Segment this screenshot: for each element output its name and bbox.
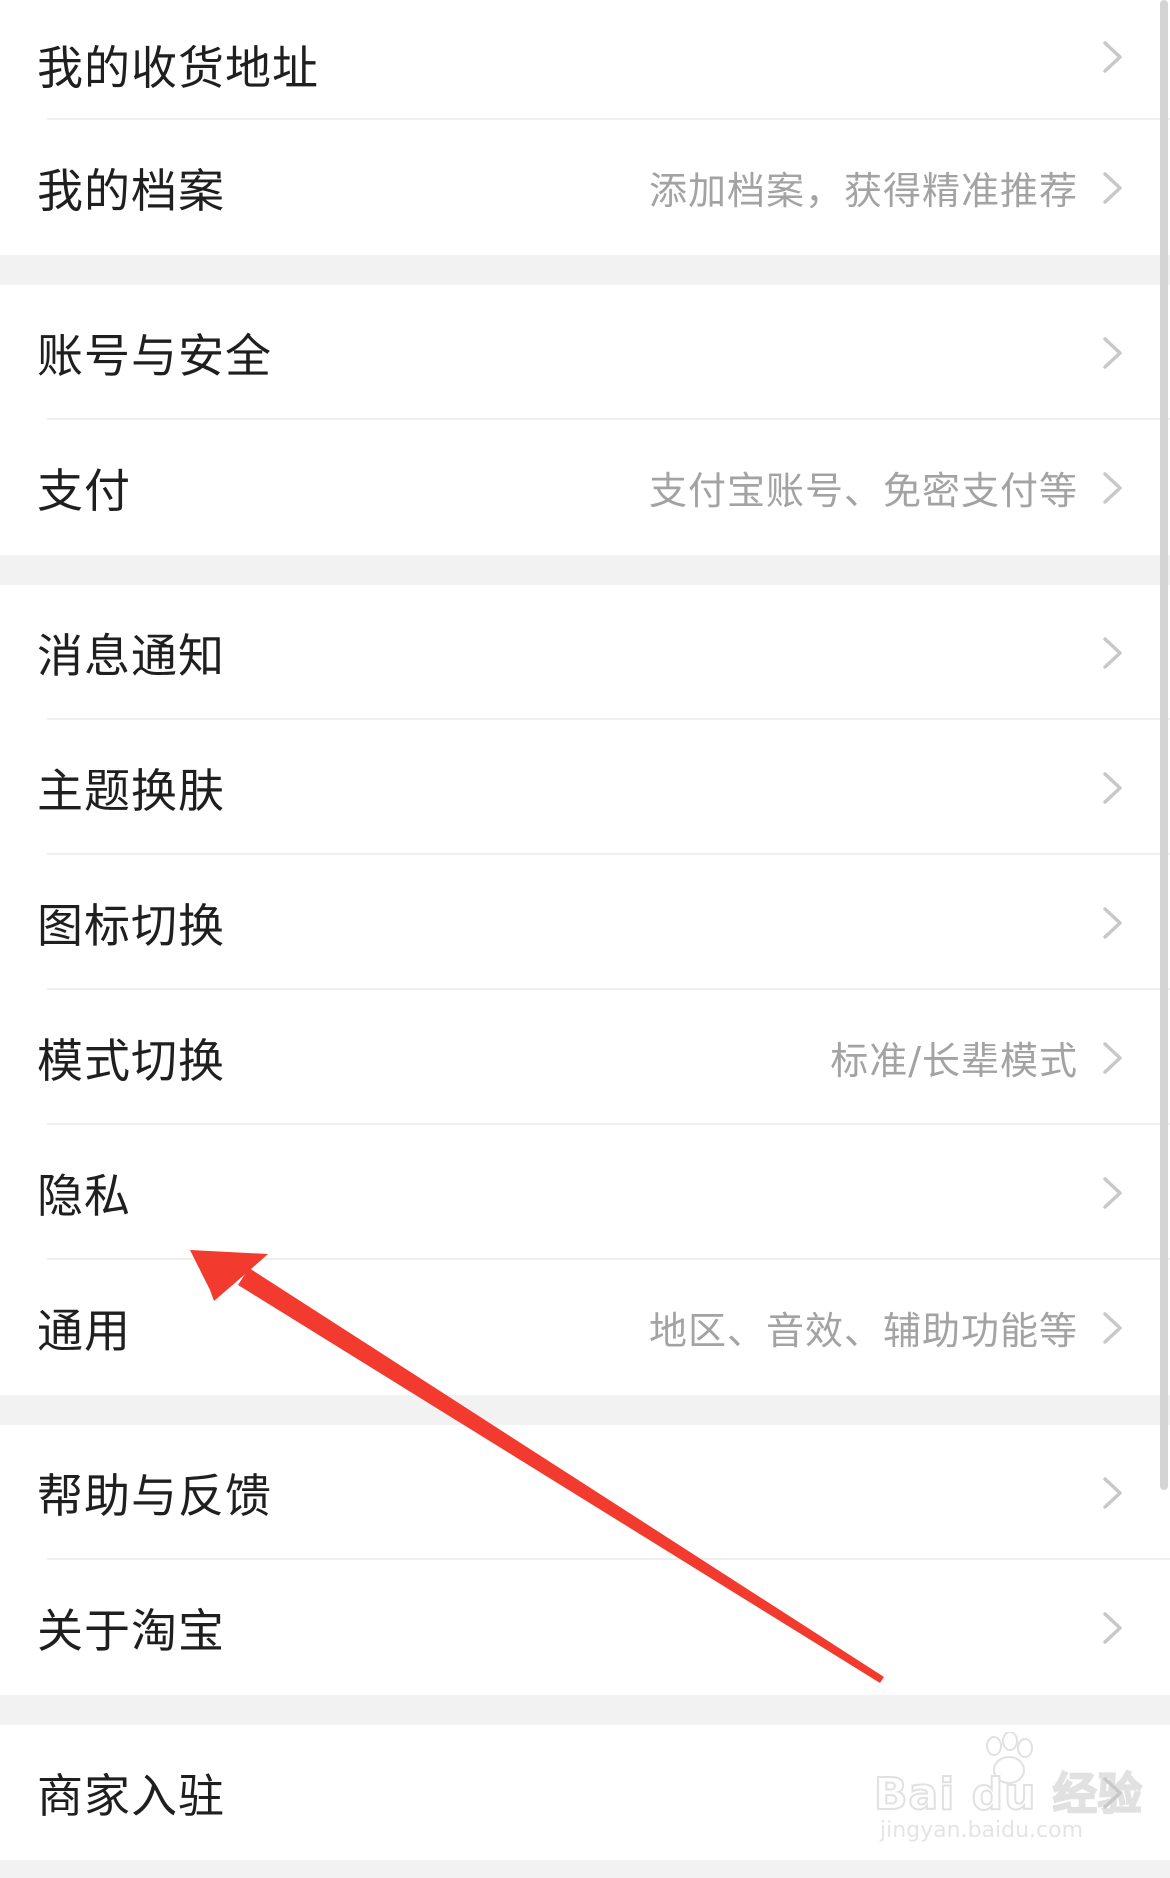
- settings-item-privacy[interactable]: 隐私: [0, 1125, 1170, 1260]
- chevron-right-icon: [1102, 171, 1124, 205]
- settings-item-label: 主题换肤: [37, 763, 225, 818]
- settings-item-label: 账号与安全: [37, 328, 272, 383]
- settings-item-label: 通用: [37, 1303, 131, 1358]
- scrollbar-thumb[interactable]: [1160, 0, 1168, 1490]
- settings-item-label: 支付: [37, 463, 131, 518]
- settings-group-account: 账号与安全 支付 支付宝账号、免密支付等: [0, 285, 1170, 555]
- settings-item-about-taobao[interactable]: 关于淘宝: [0, 1560, 1170, 1695]
- settings-item-app-icon[interactable]: 图标切换: [0, 855, 1170, 990]
- chevron-right-icon: [1102, 1611, 1124, 1645]
- chevron-right-icon: [1102, 336, 1124, 370]
- settings-group-preferences: 消息通知 主题换肤 图标切换 模式切换 标准/长辈模式 隐私 通用 地区、音效、…: [0, 585, 1170, 1395]
- settings-item-hint: 地区、音效、辅助功能等: [648, 1309, 1078, 1353]
- settings-item-label: 隐私: [37, 1168, 131, 1223]
- settings-group-profile: 我的收货地址 我的档案 添加档案，获得精准推荐: [0, 0, 1170, 255]
- chevron-right-icon: [1102, 471, 1124, 505]
- settings-item-label: 关于淘宝: [37, 1603, 225, 1658]
- settings-item-hint: 标准/长辈模式: [830, 1039, 1078, 1083]
- section-gap: [0, 555, 1170, 585]
- chevron-right-icon: [1102, 1041, 1124, 1075]
- settings-item-label: 帮助与反馈: [37, 1468, 272, 1523]
- baidu-jingyan-watermark: Bai du 经验 jingyan.baidu.com: [873, 1732, 1143, 1850]
- settings-item-label: 消息通知: [37, 628, 225, 683]
- settings-item-label: 我的收货地址: [37, 41, 319, 95]
- chevron-right-icon: [1102, 771, 1124, 805]
- watermark-text: Bai du 经验: [873, 1768, 1143, 1821]
- settings-item-label: 模式切换: [37, 1033, 225, 1088]
- settings-group-help: 帮助与反馈 关于淘宝: [0, 1425, 1170, 1695]
- settings-item-hint: 支付宝账号、免密支付等: [648, 469, 1078, 513]
- section-gap: [0, 255, 1170, 285]
- chevron-right-icon: [1102, 1176, 1124, 1210]
- scrollbar[interactable]: [1160, 0, 1170, 1878]
- watermark-url: jingyan.baidu.com: [880, 1818, 1084, 1843]
- settings-item-hint: 添加档案，获得精准推荐: [648, 169, 1078, 213]
- settings-item-label: 商家入驻: [37, 1768, 225, 1823]
- settings-item-general[interactable]: 通用 地区、音效、辅助功能等: [0, 1260, 1170, 1395]
- section-gap: [0, 1395, 1170, 1425]
- settings-item-label: 图标切换: [37, 898, 225, 953]
- section-gap: [0, 1695, 1170, 1725]
- settings-item-mode-switch[interactable]: 模式切换 标准/长辈模式: [0, 990, 1170, 1125]
- settings-screen: 我的收货地址 我的档案 添加档案，获得精准推荐 账号与安全 支付 支付宝账号、免…: [0, 0, 1170, 1878]
- settings-item-notifications[interactable]: 消息通知: [0, 585, 1170, 720]
- chevron-right-icon: [1102, 1476, 1124, 1510]
- settings-item-label: 我的档案: [37, 163, 225, 218]
- settings-item-help-feedback[interactable]: 帮助与反馈: [0, 1425, 1170, 1560]
- chevron-right-icon: [1102, 906, 1124, 940]
- chevron-right-icon: [1102, 40, 1124, 74]
- settings-item-payment[interactable]: 支付 支付宝账号、免密支付等: [0, 420, 1170, 555]
- settings-item-shipping-address[interactable]: 我的收货地址: [0, 0, 1170, 120]
- settings-item-account-security[interactable]: 账号与安全: [0, 285, 1170, 420]
- settings-item-my-profile[interactable]: 我的档案 添加档案，获得精准推荐: [0, 120, 1170, 255]
- chevron-right-icon: [1102, 1311, 1124, 1345]
- settings-item-theme[interactable]: 主题换肤: [0, 720, 1170, 855]
- chevron-right-icon: [1102, 636, 1124, 670]
